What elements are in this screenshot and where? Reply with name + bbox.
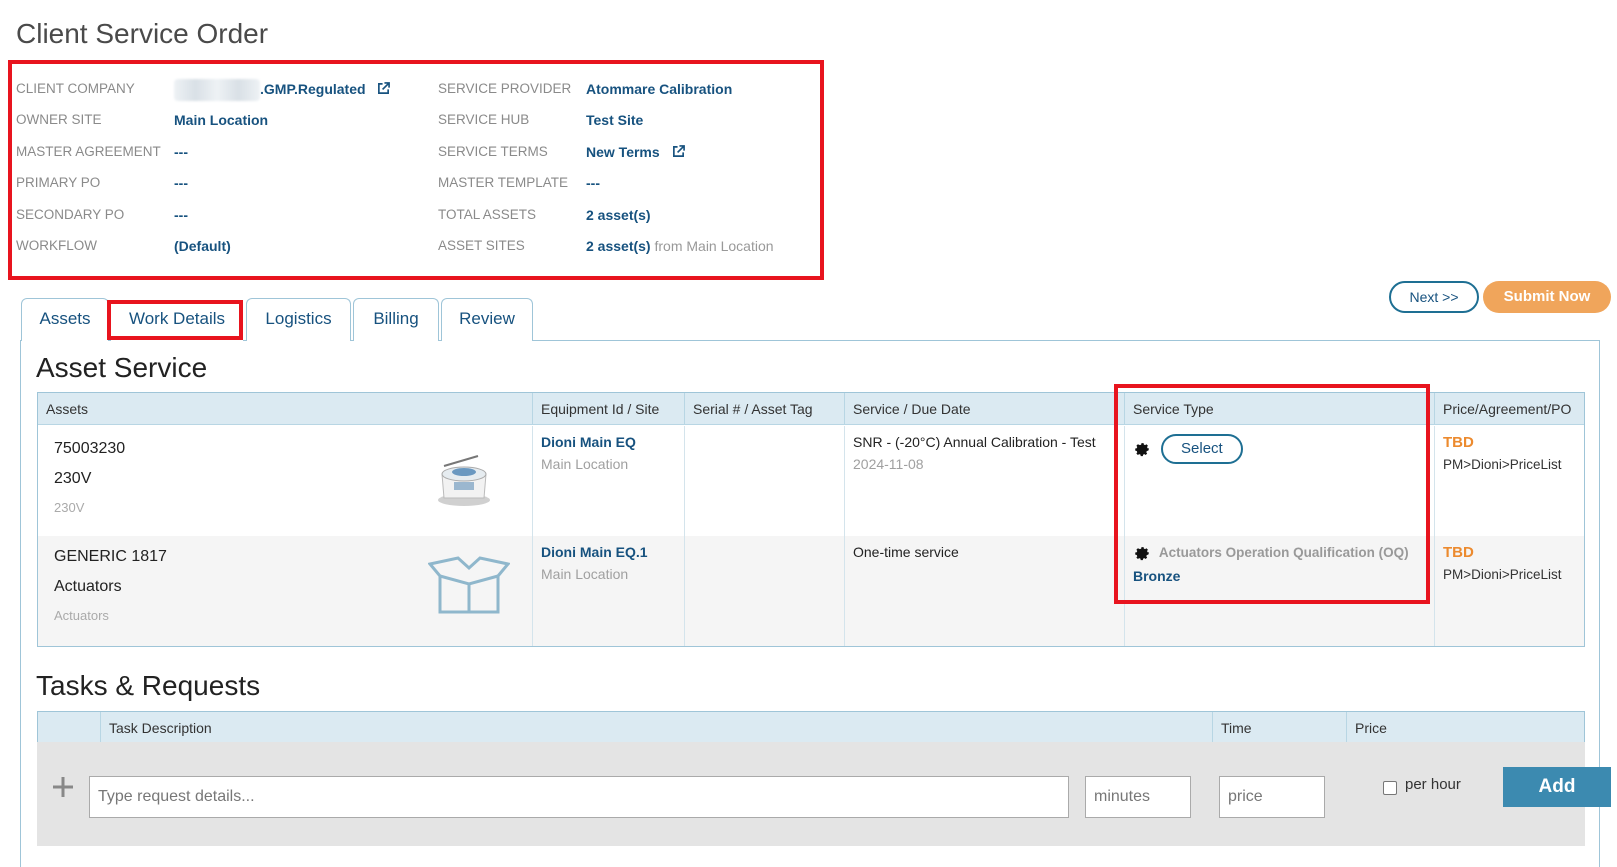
request-details-input[interactable] xyxy=(89,776,1069,818)
price-list: PM>Dioni>PriceList xyxy=(1443,457,1562,472)
primary-po-value: --- xyxy=(174,175,188,191)
col-task-description: Task Description xyxy=(100,712,1212,744)
table-row: 75003230 230V 230V Dioni Main EQ Main Lo… xyxy=(38,426,1584,536)
secondary-po-value: --- xyxy=(174,207,188,223)
tab-assets[interactable]: Assets xyxy=(21,298,109,341)
redacted-company-name xyxy=(174,79,260,102)
tasks-table: Task Description Time Price xyxy=(37,711,1585,744)
tab-billing[interactable]: Billing xyxy=(353,298,439,341)
client-company-label: CLIENT COMPANY xyxy=(16,81,135,96)
col-equipment-site: Equipment Id / Site xyxy=(532,393,684,425)
col-price: Price xyxy=(1346,712,1590,744)
external-link-icon[interactable] xyxy=(672,145,685,158)
service-level[interactable]: Bronze xyxy=(1133,568,1426,584)
price-list: PM>Dioni>PriceList xyxy=(1443,567,1562,582)
asset-service-title: Asset Service xyxy=(36,352,208,383)
order-summary: CLIENT COMPANY .GMP.Regulated SERVICE PR… xyxy=(16,76,816,276)
master-agreement-value: --- xyxy=(174,144,188,160)
total-assets-value[interactable]: 2 asset(s) xyxy=(586,204,651,226)
submit-now-button[interactable]: Submit Now xyxy=(1483,281,1611,313)
service-terms-label: SERVICE TERMS xyxy=(438,144,548,159)
service-provider-value[interactable]: Atommare Calibration xyxy=(586,78,732,100)
gear-icon[interactable] xyxy=(1133,544,1151,562)
box-icon xyxy=(428,556,510,614)
price-tbd: TBD xyxy=(1443,434,1474,451)
service-type-name[interactable]: Actuators Operation Qualification (OQ) xyxy=(1159,545,1409,560)
asset-sites-value[interactable]: 2 asset(s) from Main Location xyxy=(586,235,774,257)
tab-review[interactable]: Review xyxy=(441,298,533,341)
col-time: Time xyxy=(1212,712,1346,744)
asset-table-header: Assets Equipment Id / Site Serial # / As… xyxy=(38,393,1584,425)
workflow-label: WORKFLOW xyxy=(16,238,97,253)
owner-site-value[interactable]: Main Location xyxy=(174,109,268,131)
asset-service-table: Assets Equipment Id / Site Serial # / As… xyxy=(37,392,1585,647)
gear-icon[interactable] xyxy=(1133,440,1151,458)
select-service-type-button[interactable]: Select xyxy=(1160,434,1243,464)
asset-sites-suffix: from Main Location xyxy=(654,238,774,254)
minutes-input[interactable] xyxy=(1085,776,1191,818)
next-button[interactable]: Next >> xyxy=(1389,281,1479,313)
service-hub-value[interactable]: Test Site xyxy=(586,109,643,131)
price-tbd: TBD xyxy=(1443,544,1474,561)
service-terms-value[interactable]: New Terms xyxy=(586,141,685,163)
col-serial-tag: Serial # / Asset Tag xyxy=(684,393,844,425)
client-company-value[interactable]: .GMP.Regulated xyxy=(174,78,391,102)
col-assets: Assets xyxy=(46,401,89,417)
table-row: GENERIC 1817 Actuators Actuators Dioni M… xyxy=(38,536,1584,646)
add-task-button[interactable]: Add xyxy=(1503,767,1611,807)
col-service-type: Service Type xyxy=(1124,393,1434,425)
per-hour-checkbox[interactable] xyxy=(1383,781,1397,795)
equipment-id-link[interactable]: Dioni Main EQ xyxy=(541,434,676,450)
price-input[interactable] xyxy=(1219,776,1325,818)
owner-site-label: OWNER SITE xyxy=(16,112,102,127)
external-link-icon[interactable] xyxy=(377,82,391,95)
due-date: 2024-11-08 xyxy=(853,456,924,472)
equipment-site: Main Location xyxy=(541,456,629,472)
serial-cell xyxy=(684,536,844,646)
service-name: One-time service xyxy=(853,544,959,560)
workflow-value[interactable]: (Default) xyxy=(174,235,231,257)
service-name: SNR - (-20°C) Annual Calibration - Test xyxy=(853,434,1096,450)
equipment-site: Main Location xyxy=(541,566,629,582)
service-provider-label: SERVICE PROVIDER xyxy=(438,81,572,96)
master-template-value: --- xyxy=(586,175,600,191)
master-template-label: MASTER TEMPLATE xyxy=(438,175,569,190)
asset-sites-label: ASSET SITES xyxy=(438,238,525,253)
task-input-row: per hour Add xyxy=(37,742,1611,846)
tasks-requests-title: Tasks & Requests xyxy=(36,670,261,701)
tab-logistics[interactable]: Logistics xyxy=(246,298,351,341)
centrifuge-icon xyxy=(438,455,490,506)
col-price-agreement: Price/Agreement/PO xyxy=(1434,393,1586,425)
page-title: Client Service Order xyxy=(16,18,269,49)
tab-work-details[interactable]: Work Details xyxy=(111,298,243,341)
col-service-due: Service / Due Date xyxy=(844,393,1124,425)
primary-po-label: PRIMARY PO xyxy=(16,175,101,190)
master-agreement-label: MASTER AGREEMENT xyxy=(16,144,161,159)
serial-cell xyxy=(684,426,844,536)
secondary-po-label: SECONDARY PO xyxy=(16,207,125,222)
tasks-table-header: Task Description Time Price xyxy=(38,712,1584,744)
equipment-id-link[interactable]: Dioni Main EQ.1 xyxy=(541,544,676,560)
per-hour-label[interactable]: per hour xyxy=(1405,776,1461,793)
col-blank xyxy=(38,712,100,744)
total-assets-label: TOTAL ASSETS xyxy=(438,207,537,222)
service-hub-label: SERVICE HUB xyxy=(438,112,530,127)
plus-icon[interactable] xyxy=(51,775,75,799)
